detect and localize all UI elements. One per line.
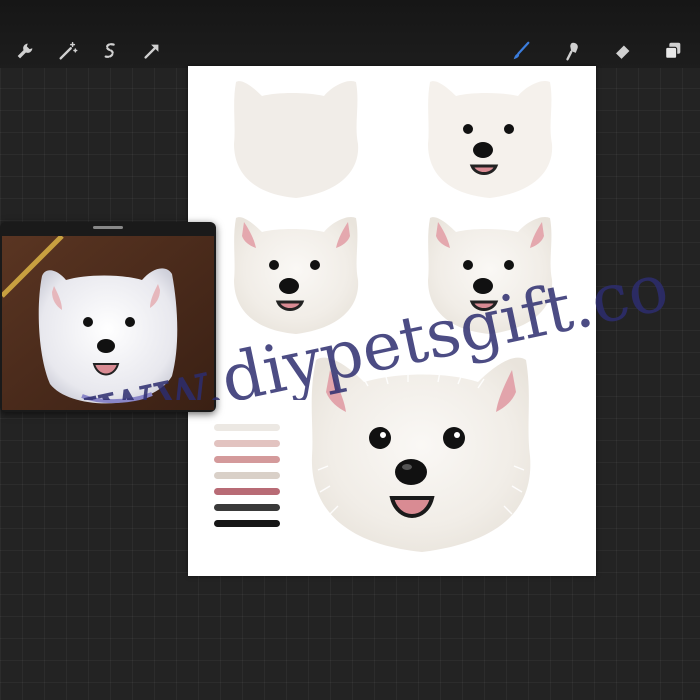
brush-icon[interactable] <box>508 38 534 64</box>
top-toolbar <box>0 0 700 68</box>
drawing-canvas[interactable] <box>188 66 596 576</box>
selection-s-icon[interactable] <box>97 38 123 64</box>
magic-wand-icon[interactable] <box>55 38 81 64</box>
reference-drag-handle[interactable] <box>93 226 123 229</box>
swatch[interactable] <box>214 456 280 463</box>
step-1-silhouette <box>234 80 359 198</box>
color-swatches <box>214 424 284 536</box>
step-4-fur <box>428 216 553 334</box>
swatch[interactable] <box>214 472 280 479</box>
eraser-icon[interactable] <box>610 38 636 64</box>
reference-window[interactable] <box>0 222 216 412</box>
swatch[interactable] <box>214 424 280 431</box>
wrench-icon[interactable] <box>12 38 38 64</box>
arrow-cursor-icon[interactable] <box>139 38 165 64</box>
step-2-features <box>428 80 553 198</box>
swatch[interactable] <box>214 440 280 447</box>
smudge-icon[interactable] <box>560 38 586 64</box>
step-3-ears <box>234 216 359 334</box>
layers-icon[interactable] <box>660 38 686 64</box>
final-dog-portrait <box>311 357 531 552</box>
reference-photo <box>2 236 214 410</box>
swatch[interactable] <box>214 520 280 527</box>
swatch[interactable] <box>214 504 280 511</box>
swatch[interactable] <box>214 488 280 495</box>
